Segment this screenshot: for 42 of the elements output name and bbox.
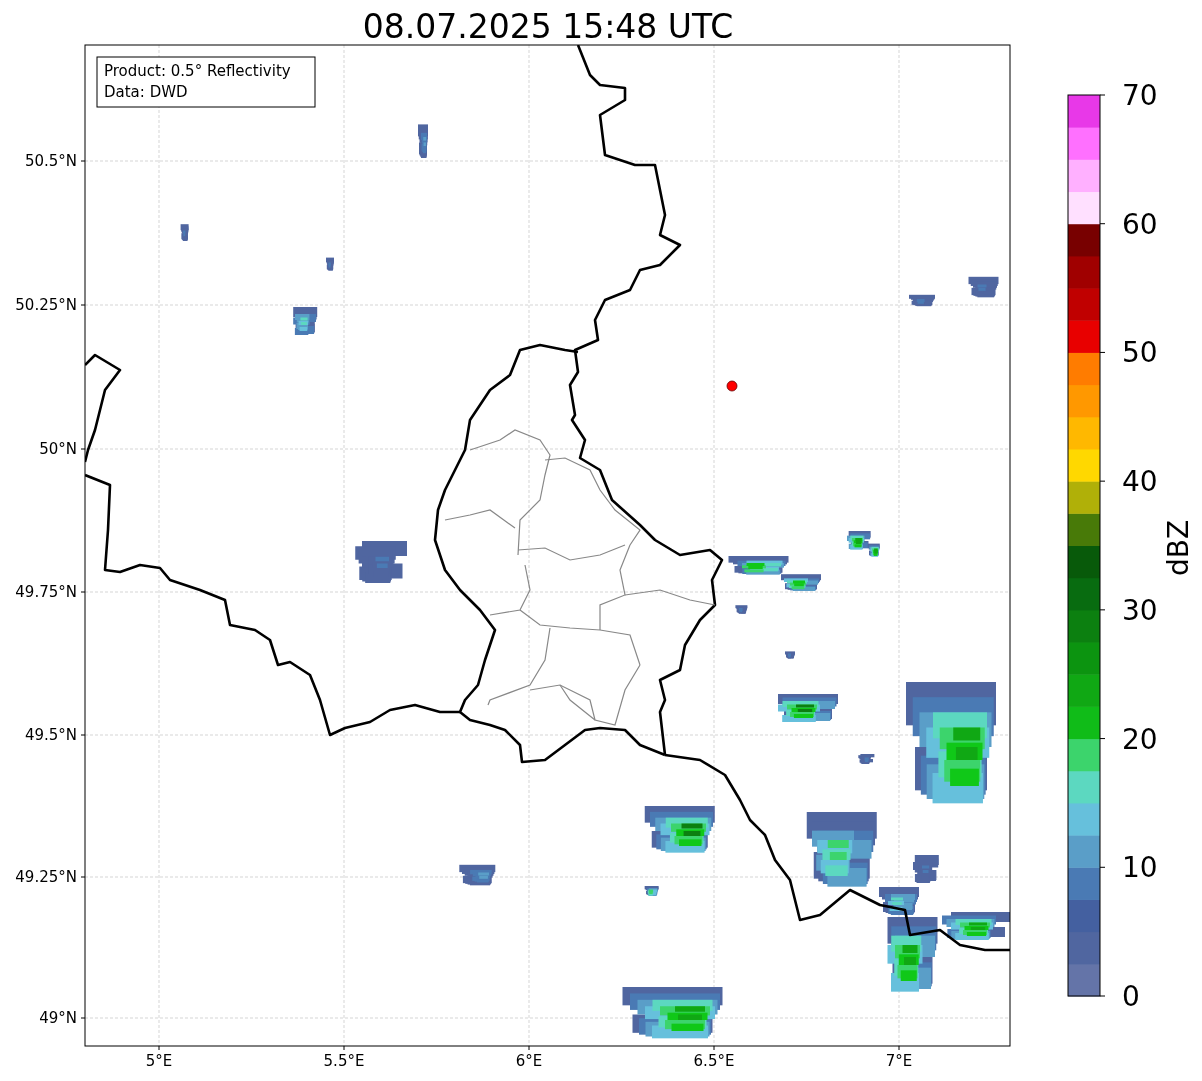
radar-echo <box>355 541 407 583</box>
radar-echo <box>644 886 659 896</box>
radar-echo <box>879 887 919 915</box>
colorbar-tick-label: 70 <box>1122 79 1158 112</box>
radar-echo <box>644 806 715 853</box>
radar-echo <box>778 694 838 722</box>
legend-text: Data: DWD <box>104 83 188 101</box>
colorbar-tick-label: 30 <box>1122 593 1158 627</box>
colorbar-tick-label: 20 <box>1122 722 1158 756</box>
radar-echo <box>909 294 935 307</box>
latitude-label: 50°N <box>39 440 77 458</box>
latitude-label: 49°N <box>39 1009 77 1027</box>
radar-echo <box>418 124 428 158</box>
radar-echo <box>942 912 1010 940</box>
chart-title: 08.07.2025 15:48 UTC <box>362 7 734 46</box>
latitude-label: 50.5°N <box>24 152 77 170</box>
colorbar-tick-label: 0 <box>1122 980 1140 1013</box>
legend-text: Product: 0.5° Reflectivity <box>104 62 291 80</box>
colorbar-label: dBZ <box>1162 519 1195 577</box>
radar-echo <box>180 224 189 241</box>
longitude-label: 7°E <box>885 1052 913 1070</box>
radar-echo <box>785 651 795 659</box>
longitude-label: 6°E <box>515 1052 543 1070</box>
latitude-label: 49.25°N <box>15 868 77 886</box>
colorbar-tick-label: 50 <box>1122 336 1158 370</box>
colorbar-tick-label: 40 <box>1122 465 1158 499</box>
radar-echo <box>968 276 999 298</box>
colorbar-tick-label: 60 <box>1122 207 1158 241</box>
radar-echo <box>293 307 318 335</box>
colorbar-tick-label: 10 <box>1122 851 1158 885</box>
radar-echo <box>858 754 875 764</box>
latitude-label: 50.25°N <box>15 296 77 314</box>
longitude-label: 5°E <box>145 1052 173 1070</box>
latitude-label: 49.5°N <box>24 726 77 744</box>
radar-echo <box>326 257 334 271</box>
radar-echo <box>459 864 496 886</box>
radar-echo <box>735 605 748 614</box>
longitude-label: 6.5°E <box>693 1052 735 1070</box>
longitude-label: 5.5°E <box>323 1052 365 1070</box>
latitude-label: 49.75°N <box>15 583 77 601</box>
location-marker <box>726 380 738 392</box>
radar-echo <box>913 855 939 883</box>
